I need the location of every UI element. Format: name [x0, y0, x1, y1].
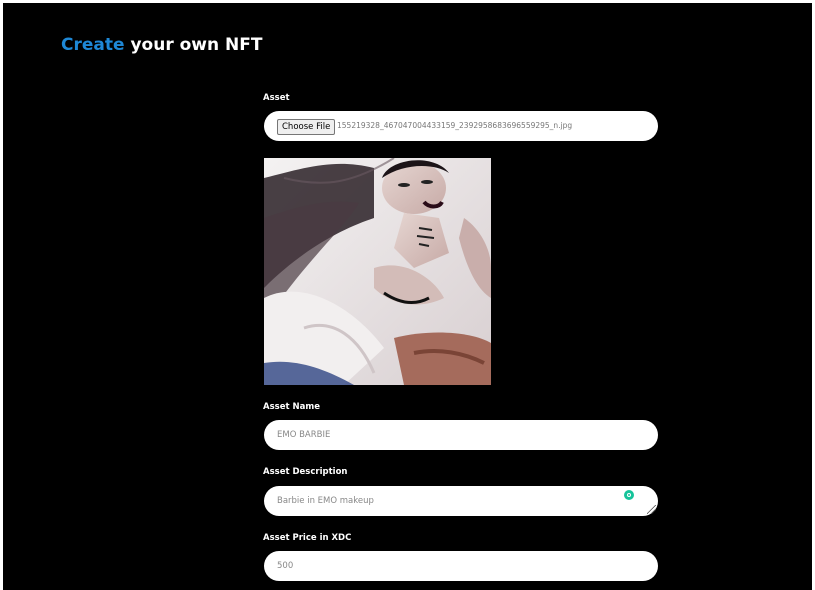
asset-preview-image — [264, 158, 491, 385]
asset-price-input[interactable]: 500 — [264, 551, 658, 581]
grammarly-icon[interactable] — [624, 490, 634, 500]
page-title: Create your own NFT — [61, 35, 262, 55]
page-frame: Create your own NFT Asset Choose File 15… — [3, 3, 812, 590]
preview-illustration — [264, 158, 491, 385]
asset-description-label: Asset Description — [263, 467, 348, 477]
title-accent: Create — [61, 35, 125, 55]
asset-name-label: Asset Name — [263, 402, 320, 412]
asset-name-input[interactable]: EMO BARBIE — [264, 420, 658, 450]
choose-file-button[interactable]: Choose File — [277, 119, 336, 135]
resize-grip-icon[interactable] — [647, 505, 656, 514]
asset-price-value: 500 — [277, 561, 294, 571]
title-rest: your own NFT — [130, 35, 263, 55]
file-name: 155219328_467047004433159_23929586836965… — [337, 121, 573, 130]
asset-name-value: EMO BARBIE — [277, 430, 331, 440]
asset-description-value: Barbie in EMO makeup — [277, 496, 374, 506]
asset-description-textarea[interactable]: Barbie in EMO makeup — [264, 486, 658, 516]
asset-label: Asset — [263, 93, 290, 103]
asset-price-label: Asset Price in XDC — [263, 533, 352, 543]
asset-file-input[interactable]: Choose File 155219328_467047004433159_23… — [264, 111, 658, 141]
